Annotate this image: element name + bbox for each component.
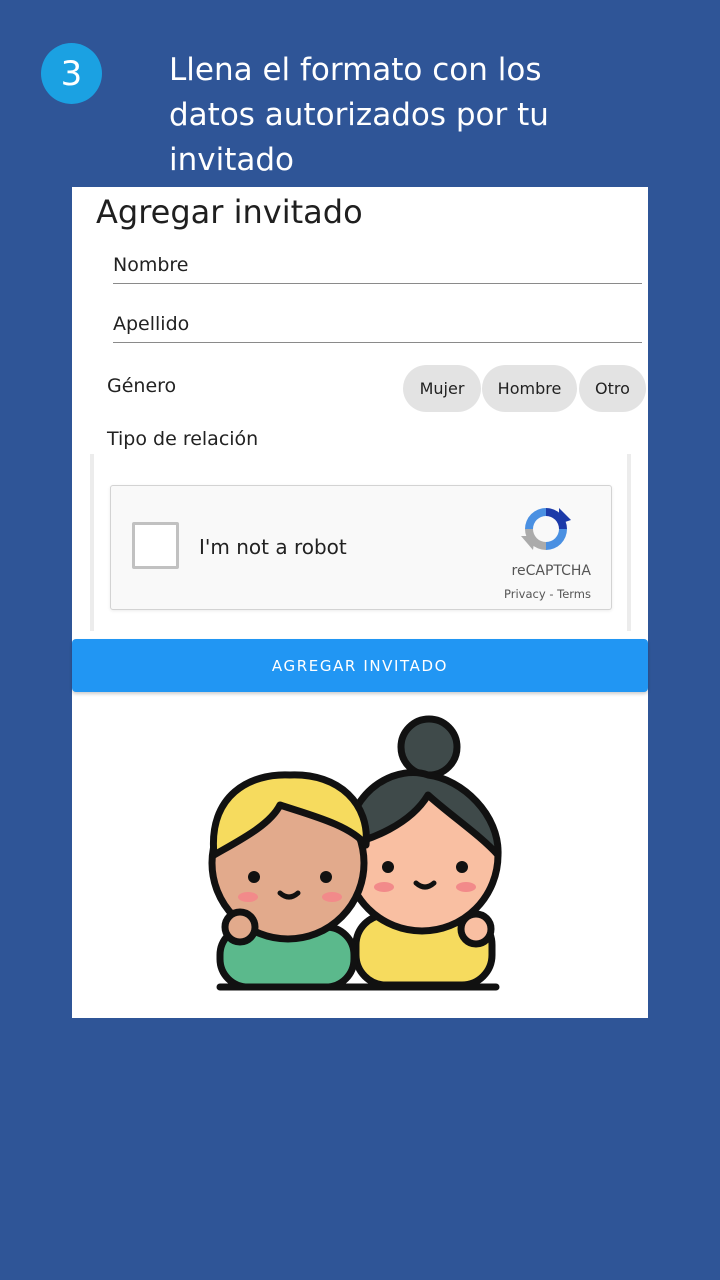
add-guest-button[interactable]: AGREGAR INVITADO <box>72 639 648 692</box>
genero-chip-hombre[interactable]: Hombre <box>482 365 577 412</box>
apellido-input[interactable] <box>113 303 642 342</box>
nombre-field <box>113 244 642 284</box>
recaptcha-logo-icon <box>521 508 571 550</box>
genero-chip-otro[interactable]: Otro <box>579 365 646 412</box>
add-guest-form-card: Agregar invitado Género Mujer Hombre Otr… <box>72 187 648 1018</box>
two-people-couple-icon <box>208 715 502 991</box>
instruction-text: Llena el formato con los datos autorizad… <box>169 52 549 178</box>
recaptcha-label: I'm not a robot <box>199 535 347 559</box>
genero-label: Género <box>107 375 177 397</box>
nombre-input[interactable] <box>113 244 642 283</box>
recaptcha-widget: I'm not a robot reCAPTCHA Privacy - Term… <box>110 485 612 610</box>
apellido-field <box>113 303 642 343</box>
step-number-badge: 3 <box>41 43 102 104</box>
form-title: Agregar invitado <box>96 193 363 231</box>
recaptcha-brand: reCAPTCHA <box>511 563 591 579</box>
recaptcha-checkbox[interactable] <box>132 522 179 569</box>
genero-chip-mujer[interactable]: Mujer <box>403 365 481 412</box>
tipo-relacion-label: Tipo de relación <box>107 428 259 450</box>
recaptcha-privacy-terms-link[interactable]: Privacy - Terms <box>504 587 591 601</box>
